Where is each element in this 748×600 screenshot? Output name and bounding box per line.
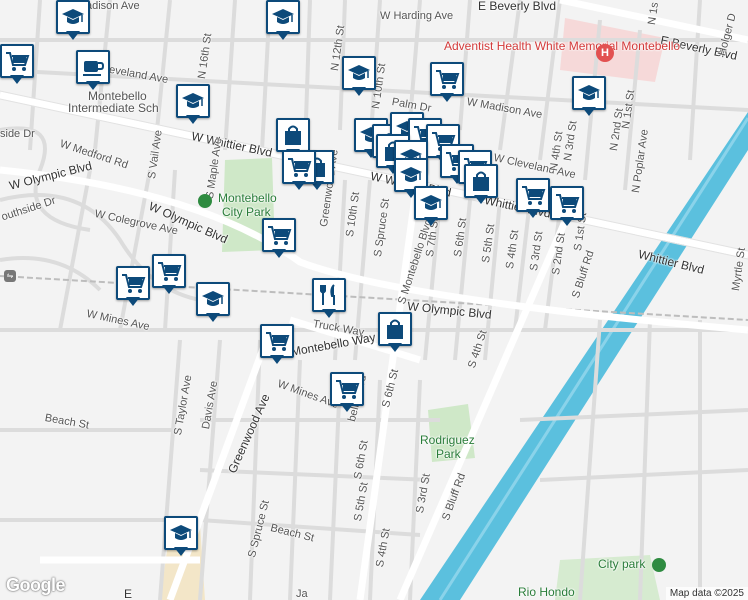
poi-label-city-park: City park [598, 557, 646, 571]
shopping-cart-icon [116, 266, 150, 300]
restaurant-icon [312, 278, 346, 312]
school-icon [266, 0, 300, 34]
poi-label-rodriguez-line2: Park [436, 447, 461, 461]
map-marker-shopping-cart[interactable] [430, 62, 464, 104]
marker-pointer [186, 115, 200, 124]
poi-label-school-trunc: Intermediate Sch [68, 101, 159, 115]
school-icon [196, 282, 230, 316]
shopping-cart-icon [550, 186, 584, 220]
marker-pointer [440, 93, 454, 102]
map-marker-shopping-cart[interactable] [0, 44, 34, 86]
map-data-credit: Map data ©2025 [665, 587, 748, 600]
marker-pointer [206, 313, 220, 322]
marker-pointer [340, 403, 354, 412]
marker-pointer [162, 285, 176, 294]
school-icon [572, 76, 606, 110]
map-marker-school[interactable] [56, 0, 90, 42]
map-marker-school[interactable] [342, 56, 376, 98]
map-marker-school[interactable] [176, 84, 210, 126]
map-marker-shopping-cart[interactable] [282, 150, 316, 192]
marker-pointer [174, 547, 188, 556]
map-marker-shopping-cart[interactable] [260, 324, 294, 366]
marker-pointer [270, 355, 284, 364]
shopping-cart-icon [430, 62, 464, 96]
street-label-e-beverly-blvd-top: E Beverly Blvd [478, 0, 557, 13]
map-marker-school[interactable] [164, 516, 198, 558]
street-label-w-harding-ave: W Harding Ave [380, 10, 454, 22]
poi-label-rio-hondo: Rio Hondo [518, 585, 575, 599]
map-marker-shopping-cart[interactable] [152, 254, 186, 296]
map-marker-shopping-cart[interactable] [116, 266, 150, 308]
shopping-cart-icon [516, 178, 550, 212]
marker-pointer [474, 195, 488, 204]
map-marker-school[interactable] [266, 0, 300, 42]
street-label-e-partial: E [124, 587, 133, 600]
poi-label-park-line2: City Park [222, 205, 271, 219]
map-marker-school[interactable] [572, 76, 606, 118]
map-marker-restaurant[interactable] [312, 278, 346, 320]
map-marker-shopping-cart[interactable] [330, 372, 364, 414]
shopping-cart-icon [260, 324, 294, 358]
map-marker-shopping-cart[interactable] [550, 186, 584, 228]
shopping-bag-icon [276, 118, 310, 152]
map-marker-coffee[interactable] [76, 50, 110, 92]
shopping-cart-icon [152, 254, 186, 288]
map-marker-shopping-cart[interactable] [262, 218, 296, 260]
city-park-pin-icon[interactable] [652, 558, 666, 572]
marker-pointer [322, 309, 336, 318]
coffee-icon [76, 50, 110, 84]
shopping-cart-icon [262, 218, 296, 252]
school-icon [414, 186, 448, 220]
marker-pointer [66, 31, 80, 40]
shopping-cart-icon [0, 44, 34, 78]
school-icon [176, 84, 210, 118]
marker-pointer [86, 81, 100, 90]
map-marker-school[interactable] [414, 186, 448, 228]
school-icon [164, 516, 198, 550]
marker-pointer [272, 249, 286, 258]
marker-pointer [582, 107, 596, 116]
map-canvas[interactable]: adison Ave W Harding Ave E Beverly Blvd … [0, 0, 748, 600]
marker-pointer [126, 297, 140, 306]
map-marker-shopping-bag[interactable] [378, 312, 412, 354]
marker-pointer [352, 87, 366, 96]
marker-pointer [10, 75, 24, 84]
shopping-cart-icon [282, 150, 316, 184]
hospital-icon[interactable]: H [596, 44, 614, 62]
map-marker-shopping-bag[interactable] [464, 164, 498, 206]
marker-pointer [526, 209, 540, 218]
map-marker-school[interactable] [196, 282, 230, 324]
street-label-ja-partial: Ja [296, 588, 308, 600]
marker-pointer [276, 31, 290, 40]
map-marker-shopping-cart[interactable] [516, 178, 550, 220]
poi-label-rodriguez-line1: Rodriguez [420, 433, 475, 447]
marker-pointer [560, 217, 574, 226]
street-label-madison-ave-nw: adison Ave [86, 0, 140, 12]
google-logo: Google [6, 575, 66, 595]
shopping-bag-icon [378, 312, 412, 346]
school-icon [56, 0, 90, 34]
marker-pointer [424, 217, 438, 226]
marker-pointer [388, 343, 402, 352]
park-pin-icon[interactable] [198, 194, 212, 208]
poi-label-park-line1: Montebello [218, 191, 277, 205]
school-icon [342, 56, 376, 90]
shopping-cart-icon [330, 372, 364, 406]
marker-pointer [292, 181, 306, 190]
shopping-bag-icon [464, 164, 498, 198]
street-label-parkside-dr: side Dr [0, 128, 35, 140]
poi-label-hospital: Adventist Health White Memorial Montebel… [444, 39, 681, 53]
rail-station-icon[interactable]: ⇋ [4, 270, 16, 282]
